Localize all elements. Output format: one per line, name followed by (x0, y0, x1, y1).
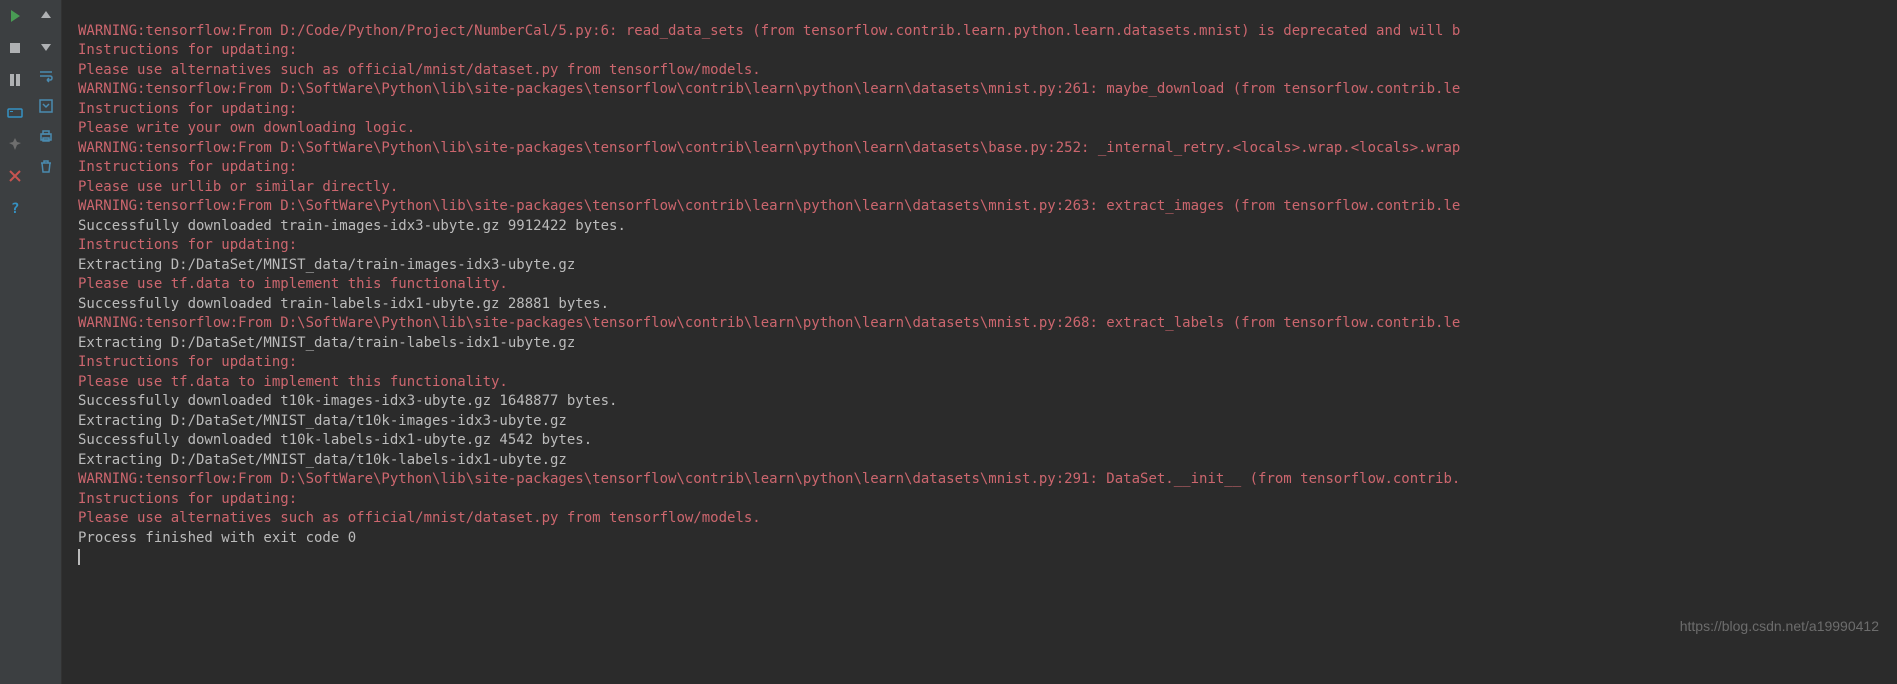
pin-button[interactable] (3, 132, 27, 156)
trash-icon[interactable] (34, 154, 58, 178)
console-line: Instructions for updating: (78, 353, 1889, 373)
console-line: Instructions for updating: (78, 490, 1889, 510)
console-line: Successfully downloaded t10k-labels-idx1… (78, 431, 1889, 451)
console-line: WARNING:tensorflow:From D:\SoftWare\Pyth… (78, 470, 1889, 490)
up-arrow-icon[interactable] (34, 4, 58, 28)
console-line: WARNING:tensorflow:From D:\SoftWare\Pyth… (78, 139, 1889, 159)
console-line: Please use tf.data to implement this fun… (78, 373, 1889, 393)
cursor-line (78, 548, 1889, 568)
rerun-button[interactable] (3, 4, 27, 28)
help-button[interactable]: ? (3, 196, 27, 220)
console-output[interactable]: WARNING:tensorflow:From D:/Code/Python/P… (62, 0, 1897, 684)
console-line: Please use alternatives such as official… (78, 509, 1889, 529)
console-line: WARNING:tensorflow:From D:\SoftWare\Pyth… (78, 197, 1889, 217)
close-tab-button[interactable] (3, 164, 27, 188)
watermark-text: https://blog.csdn.net/a19990412 (1680, 617, 1879, 637)
scroll-to-end-icon[interactable] (34, 94, 58, 118)
stop-button[interactable] (3, 36, 27, 60)
soft-wrap-icon[interactable] (34, 64, 58, 88)
console-line: WARNING:tensorflow:From D:/Code/Python/P… (78, 22, 1889, 42)
console-line: Extracting D:/DataSet/MNIST_data/train-l… (78, 334, 1889, 354)
console-line: Instructions for updating: (78, 236, 1889, 256)
pause-button[interactable] (3, 68, 27, 92)
console-line: Please use alternatives such as official… (78, 61, 1889, 81)
console-line: Please write your own downloading logic. (78, 119, 1889, 139)
dump-threads-button[interactable] (3, 100, 27, 124)
console-line: Extracting D:/DataSet/MNIST_data/train-i… (78, 256, 1889, 276)
print-icon[interactable] (34, 124, 58, 148)
console-line: Please use urllib or similar directly. (78, 178, 1889, 198)
down-arrow-icon[interactable] (34, 34, 58, 58)
console-line: Please use tf.data to implement this fun… (78, 275, 1889, 295)
console-line: Successfully downloaded t10k-images-idx3… (78, 392, 1889, 412)
console-line: Extracting D:/DataSet/MNIST_data/t10k-im… (78, 412, 1889, 432)
console-line: Instructions for updating: (78, 41, 1889, 61)
run-toolbar-left: ? (0, 0, 30, 684)
console-line: Instructions for updating: (78, 100, 1889, 120)
console-line: WARNING:tensorflow:From D:\SoftWare\Pyth… (78, 80, 1889, 100)
svg-text:?: ? (11, 201, 19, 216)
console-line: Process finished with exit code 0 (78, 529, 1889, 549)
console-toolbar (30, 0, 62, 684)
console-line: Successfully downloaded train-labels-idx… (78, 295, 1889, 315)
console-line: WARNING:tensorflow:From D:\SoftWare\Pyth… (78, 314, 1889, 334)
console-line: Instructions for updating: (78, 158, 1889, 178)
console-line: Successfully downloaded train-images-idx… (78, 217, 1889, 237)
console-line: Extracting D:/DataSet/MNIST_data/t10k-la… (78, 451, 1889, 471)
